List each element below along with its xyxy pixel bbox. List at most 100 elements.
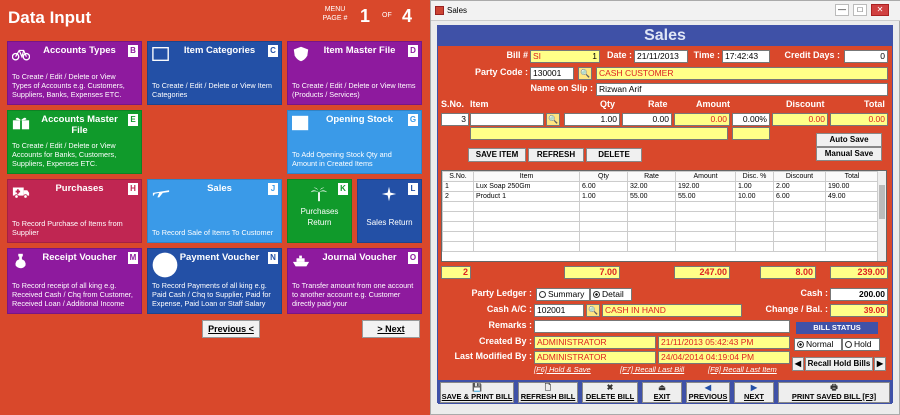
recall-prev-arrow-icon[interactable]: ◀ <box>792 357 804 371</box>
grid-cell: 2 <box>442 191 474 202</box>
print-saved-bill-button[interactable]: 🖶 PRINT SAVED BILL [F3] <box>778 382 890 403</box>
page-of-label: OF <box>382 12 392 19</box>
table-row[interactable] <box>442 231 879 242</box>
col-header-rate: Rate <box>648 99 668 109</box>
maximize-icon[interactable]: □ <box>853 4 867 16</box>
minimize-icon[interactable]: — <box>835 4 849 16</box>
tile-item-categories[interactable]: Item Categories C To Create / Edit / Del… <box>147 41 282 105</box>
recall-hold-bills-button[interactable]: Recall Hold Bills <box>805 357 873 371</box>
table-row[interactable] <box>442 211 879 222</box>
hint-recall-last-bill: [F7] Recall Last Bill <box>620 365 685 374</box>
previous-bill-button[interactable]: ◀ PREVIOUS <box>686 382 730 403</box>
tile-accounts-types[interactable]: Accounts Types B To Create / Edit / Dele… <box>7 41 142 105</box>
cash-field[interactable]: 200.00 <box>830 288 888 301</box>
tile-title: Item Master File <box>323 45 396 56</box>
entry-qty-field[interactable]: 1.00 <box>564 113 620 126</box>
ship-icon <box>292 255 310 267</box>
tile-description: To Transfer amount from one account to a… <box>292 281 414 308</box>
manual-save-button[interactable]: Manual Save <box>816 147 882 161</box>
tile-description: To Create / Edit / Delete or View Item C… <box>152 81 272 99</box>
name-on-slip-label: Name on Slip : <box>530 83 593 93</box>
auto-save-button[interactable]: Auto Save <box>816 133 882 147</box>
potion-bottle-icon <box>15 253 26 269</box>
tile-journal-voucher[interactable]: Journal Voucher O To Transfer amount fro… <box>287 248 422 314</box>
tile-purchases[interactable]: Purchases H To Record Purchase of Items … <box>7 179 142 243</box>
refresh-button[interactable]: REFRESH <box>528 148 584 162</box>
cash-ac-code-field[interactable]: 102001 <box>534 304 584 317</box>
item-search-icon[interactable]: 🔍 <box>546 113 560 126</box>
save-print-bill-button[interactable]: 💾 SAVE & PRINT BILL <box>440 382 514 403</box>
credit-days-field[interactable]: 0 <box>844 50 888 63</box>
grid-cell: 32.00 <box>627 181 676 192</box>
tile-payment-voucher[interactable]: Payment Voucher N To Record Payments of … <box>147 248 282 314</box>
party-code-field[interactable]: 130001 <box>530 67 574 80</box>
tile-sales[interactable]: Sales J To Record Sale of Items To Custo… <box>147 179 282 243</box>
shortcut-letter: H <box>128 183 138 195</box>
close-icon[interactable]: ✕ <box>871 4 889 16</box>
party-name-field[interactable]: CASH CUSTOMER <box>596 67 888 80</box>
table-row[interactable]: 2 Product 1 1.00 55.00 55.00 10.00 6.00 … <box>442 191 879 202</box>
app-icon <box>435 6 444 15</box>
next-bill-button[interactable]: ▶ NEXT <box>734 382 774 403</box>
col-header-total: Total <box>864 99 885 109</box>
entry-rate-field[interactable]: 0.00 <box>622 113 672 126</box>
summary-radio[interactable]: Summary <box>536 288 590 301</box>
tile-title: Opening Stock <box>325 114 394 125</box>
total-count: 2 <box>441 266 471 279</box>
entry-sno-field[interactable]: 3 <box>441 113 469 126</box>
tile-receipt-voucher[interactable]: Receipt Voucher M To Record receipt of a… <box>7 248 142 314</box>
delete-button[interactable]: DELETE <box>586 148 642 162</box>
cash-ac-search-icon[interactable]: 🔍 <box>586 304 600 317</box>
remarks-label: Remarks : <box>488 320 532 330</box>
window-titlebar[interactable]: Sales — □ ✕ <box>431 1 900 21</box>
table-row[interactable] <box>442 221 879 232</box>
recall-next-arrow-icon[interactable]: ▶ <box>874 357 886 371</box>
bill-number-field[interactable]: 1 <box>578 50 600 63</box>
detail-radio[interactable]: Detail <box>590 288 632 301</box>
name-on-slip-field[interactable]: Rizwan Arif <box>596 83 888 96</box>
hint-recall-last-item: [F8] Recall Last Item <box>708 365 777 374</box>
grid-header: S.No. <box>442 171 474 182</box>
date-field[interactable]: 21/11/2013 <box>634 50 688 63</box>
grid-scrollbar[interactable] <box>877 171 886 261</box>
tile-opening-stock[interactable]: Opening Stock G To Add Opening Stock Qty… <box>287 110 422 174</box>
last-modified-label: Last Modified By : <box>454 351 532 361</box>
delete-x-icon: ✖ <box>606 383 614 392</box>
item-description-field[interactable] <box>470 127 728 140</box>
tile-purchases-return[interactable]: Purchases Return K <box>287 179 352 243</box>
entry-item-field[interactable] <box>470 113 544 126</box>
created-by-label: Created By : <box>478 336 532 346</box>
normal-radio[interactable]: Normal <box>794 338 842 351</box>
table-row[interactable]: 1 Lux Soap 250Gm 6.00 32.00 192.00 1.00 … <box>442 181 879 192</box>
exit-button[interactable]: ⏏ EXIT <box>642 382 682 403</box>
next-page-button[interactable]: > Next <box>362 320 420 338</box>
scrollbar-thumb[interactable] <box>879 185 885 219</box>
items-grid[interactable]: S.No. Item Qty Rate Amount Disc. % Disco… <box>441 170 887 262</box>
remarks-field[interactable] <box>534 320 790 333</box>
form-header: Sales <box>438 26 892 46</box>
tile-title: Accounts Types <box>43 45 116 56</box>
entry-amount-field[interactable]: 0.00 <box>674 113 730 126</box>
entry-total-field[interactable]: 0.00 <box>830 113 888 126</box>
tile-sales-return[interactable]: Sales Return L <box>357 179 422 243</box>
delete-bill-button[interactable]: ✖ DELETE BILL <box>582 382 638 403</box>
radio-dot <box>797 341 804 349</box>
tile-accounts-master-file[interactable]: Accounts Master File E To Create / Edit … <box>7 110 142 174</box>
refresh-bill-button[interactable]: 🗋 REFRESH BILL <box>518 382 578 403</box>
save-item-button[interactable]: SAVE ITEM <box>468 148 526 162</box>
item-note-field[interactable] <box>732 127 770 140</box>
tile-item-master-file[interactable]: Item Master File D To Create / Edit / De… <box>287 41 422 105</box>
table-row[interactable] <box>442 241 879 252</box>
radio-dot <box>593 291 600 299</box>
col-header-qty: Qty <box>600 99 616 109</box>
previous-page-button[interactable]: Previous < <box>202 320 260 338</box>
entry-discount-field[interactable]: 0.00 <box>772 113 828 126</box>
square-outline-icon <box>152 47 169 61</box>
hold-radio[interactable]: Hold <box>842 338 880 351</box>
grid-header: Total <box>825 171 879 182</box>
table-row[interactable] <box>442 201 879 212</box>
time-field[interactable]: 17:42:43 <box>722 50 770 63</box>
entry-disc-pct-field[interactable]: 0.00% <box>732 113 770 126</box>
cash-ac-name-field[interactable]: CASH IN HAND <box>602 304 742 317</box>
party-search-icon[interactable]: 🔍 <box>578 67 592 80</box>
